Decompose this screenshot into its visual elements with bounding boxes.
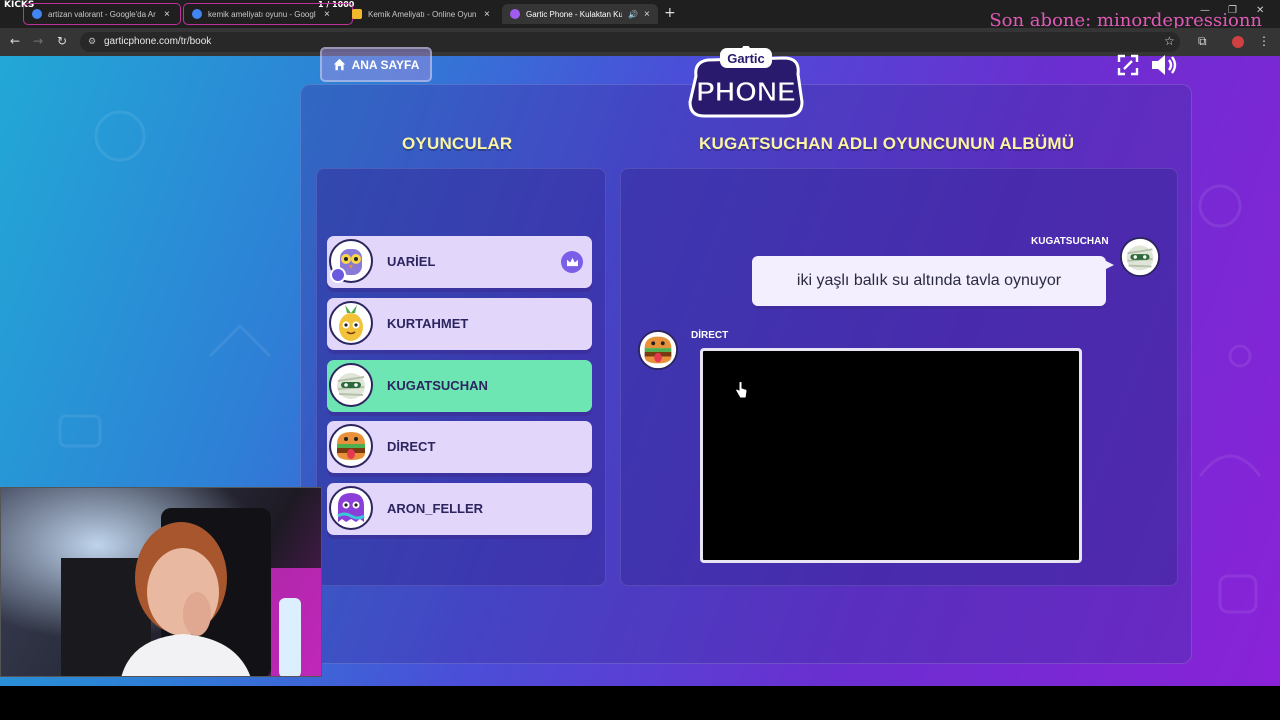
speaker-icon[interactable]: 🔊 (628, 10, 638, 19)
album-heading: KUGATSUCHAN ADLI OYUNCUNUN ALBÜMÜ (699, 134, 1075, 153)
logo-bottom-text: PHONE (696, 76, 796, 107)
burger-avatar (637, 329, 679, 371)
browser-tab[interactable]: artizan valorant - Google'da Ar × (23, 3, 181, 25)
burger-avatar (329, 424, 373, 468)
tab-title: Gartic Phone - Kulaktan Ku (526, 9, 622, 19)
player-row-kurtahmet[interactable]: KURTAHMET (327, 298, 592, 350)
phone-icon (510, 9, 520, 19)
ghost-avatar (329, 486, 373, 530)
players-heading: OYUNCULAR (402, 134, 513, 153)
mummy-avatar (1119, 236, 1161, 278)
player-name: UARİEL (387, 254, 436, 269)
webcam-feed (1, 488, 321, 676)
site-info-icon[interactable]: ⚙ (88, 36, 96, 47)
home-button[interactable]: ANA SAYFA (320, 47, 432, 82)
back-icon[interactable]: ← (10, 34, 20, 48)
player-name: KUGATSUCHAN (387, 378, 488, 393)
game-site-icon (352, 9, 362, 19)
pineapple-avatar (329, 301, 373, 345)
tab-title: Kemik Ameliyatı - Online Oyun (368, 9, 477, 19)
owner-badge-icon (330, 267, 346, 283)
forward-icon[interactable]: → (33, 34, 43, 48)
menu-icon[interactable]: ⋮ (1258, 34, 1270, 48)
browser-tab[interactable]: Kemik Ameliyatı - Online Oyun × (344, 4, 504, 24)
close-icon[interactable]: × (324, 9, 330, 20)
player-name: DİRECT (387, 439, 436, 454)
close-icon[interactable]: × (484, 9, 490, 20)
message-text: iki yaşlı balık su altında tavla oynuyor (796, 272, 1062, 289)
logo-top-text: Gartic (727, 51, 765, 66)
player-row-kugatsuchan[interactable]: KUGATSUCHAN (327, 360, 592, 412)
player-name: KURTAHMET (387, 316, 469, 331)
close-icon[interactable]: × (164, 9, 170, 20)
browser-tab-active[interactable]: Gartic Phone - Kulaktan Ku 🔊 × (502, 4, 658, 24)
player-row-aron-feller[interactable]: ARON_FELLER (327, 483, 592, 535)
mummy-avatar (329, 363, 373, 407)
google-icon (32, 9, 42, 19)
player-name: ARON_FELLER (387, 501, 484, 516)
player-row-direct[interactable]: DİRECT (327, 421, 592, 473)
profile-avatar[interactable] (1232, 36, 1244, 48)
tab-title: artizan valorant - Google'da Ar (48, 9, 156, 19)
drawing-author: DİRECT (691, 330, 729, 341)
fullscreen-icon[interactable] (1117, 54, 1139, 76)
hand-cursor-icon (735, 381, 748, 399)
extensions-icon[interactable]: ⧉ (1198, 34, 1207, 49)
gartic-phone-logo: Gartic PHONE (688, 46, 804, 118)
bottom-black-bar (0, 686, 1280, 720)
home-icon (333, 58, 345, 71)
player-row-uariel[interactable]: UARİEL (327, 236, 592, 288)
webcam-overlay (0, 487, 322, 677)
tab-title: kemik ameliyatı oyunu - Googl (208, 9, 316, 19)
browser-tab[interactable]: kemik ameliyatı oyunu - Googl × (183, 3, 353, 25)
message-bubble: iki yaşlı balık su altında tavla oynuyor (752, 256, 1114, 306)
url-field[interactable]: ⚙ garticphone.com/tr/book (80, 32, 1180, 52)
home-button-label: ANA SAYFA (351, 57, 420, 72)
url-text: garticphone.com/tr/book (104, 36, 212, 47)
crown-icon (561, 251, 583, 273)
close-icon[interactable]: × (644, 9, 650, 20)
bookmark-star-icon[interactable]: ☆ (1164, 34, 1175, 48)
new-tab-icon[interactable]: + (664, 5, 676, 21)
drawing-canvas (700, 348, 1082, 563)
volume-icon[interactable] (1150, 53, 1178, 77)
message-author: KUGATSUCHAN (1031, 236, 1109, 247)
google-icon (192, 9, 202, 19)
address-bar-row: ← → ↻ ⚙ garticphone.com/tr/book ☆ ⧉ ⋮ (0, 28, 1280, 56)
reload-icon[interactable]: ↻ (57, 34, 67, 48)
